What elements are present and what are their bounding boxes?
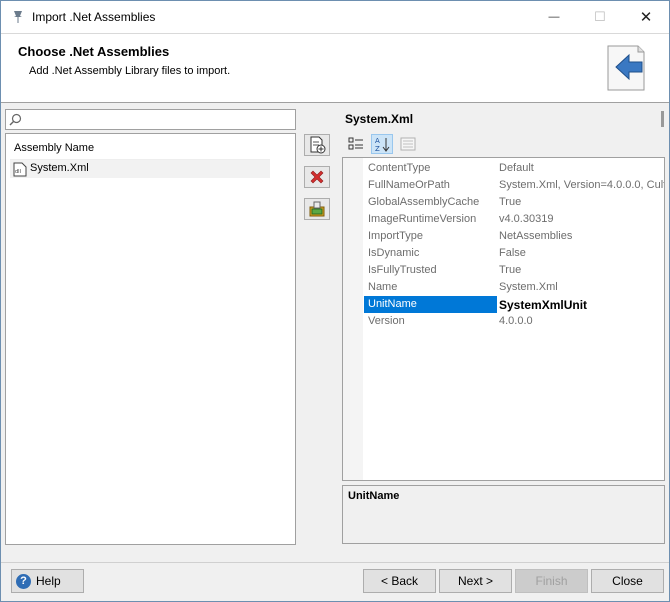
property-row[interactable]: Name System.Xml [363, 279, 663, 296]
property-name: ContentType [368, 162, 431, 174]
minimize-button[interactable]: — [531, 1, 577, 33]
finish-label: Finish [535, 574, 568, 588]
property-value[interactable]: True [499, 194, 664, 211]
package-icon [309, 201, 325, 217]
back-button[interactable]: < Back [363, 569, 436, 593]
svg-text:dll: dll [15, 169, 21, 175]
wizard-arrow-document-icon [607, 45, 645, 91]
search-icon [9, 113, 22, 126]
description-title: UnitName [348, 490, 400, 502]
dll-file-icon: dll [13, 162, 27, 177]
add-document-icon [310, 136, 326, 154]
property-grid[interactable]: ContentType Default FullNameOrPath Syste… [342, 157, 665, 481]
import-assemblies-dialog: Import .Net Assemblies — ☐ ✕ Choose .Net… [0, 0, 670, 602]
maximize-icon: ☐ [594, 9, 606, 24]
property-value[interactable]: v4.0.30319 [499, 211, 664, 228]
property-row[interactable]: GlobalAssemblyCache True [363, 194, 663, 211]
wizard-header: Choose .Net Assemblies Add .Net Assembly… [1, 33, 669, 103]
property-row[interactable]: IsDynamic False [363, 245, 663, 262]
page-subtitle: Add .Net Assembly Library files to impor… [29, 65, 231, 77]
close-button[interactable]: Close [591, 569, 664, 593]
property-name: ImportType [368, 230, 424, 242]
finish-button[interactable]: Finish [515, 569, 588, 593]
property-description-pane: UnitName [342, 485, 665, 544]
property-grid-gutter [343, 158, 363, 480]
property-row[interactable]: ContentType Default [363, 160, 663, 177]
svg-text:A: A [375, 137, 380, 145]
categorized-button[interactable] [345, 134, 367, 154]
close-label: Close [612, 574, 643, 588]
property-name: FullNameOrPath [368, 179, 450, 191]
scroll-indicator [661, 111, 664, 127]
property-name: Name [368, 281, 398, 293]
property-grid-toolbar: A Z [345, 134, 419, 156]
property-value[interactable]: False [499, 245, 664, 262]
property-row[interactable]: ImportType NetAssemblies [363, 228, 663, 245]
property-pages-icon [400, 137, 416, 151]
search-box[interactable] [5, 109, 296, 130]
next-button[interactable]: Next > [439, 569, 512, 593]
list-item[interactable]: dll System.Xml [10, 160, 270, 178]
property-row[interactable]: ImageRuntimeVersion v4.0.30319 [363, 211, 663, 228]
property-value[interactable]: System.Xml, Version=4.0.0.0, Cult [499, 177, 664, 194]
property-name: IsFullyTrusted [368, 264, 437, 276]
property-name: GlobalAssemblyCache [368, 196, 480, 208]
help-icon: ? [16, 573, 31, 589]
alphabetical-button[interactable]: A Z [371, 134, 393, 154]
page-title: Choose .Net Assemblies [18, 44, 170, 59]
help-button[interactable]: ? Help [11, 569, 84, 593]
close-window-button[interactable]: ✕ [623, 1, 669, 33]
help-label: Help [36, 574, 61, 588]
property-value[interactable]: System.Xml [499, 279, 664, 296]
red-x-icon [310, 170, 324, 184]
property-name: IsDynamic [368, 247, 420, 259]
back-label: < Back [380, 574, 419, 588]
property-row[interactable]: Version 4.0.0.0 [363, 313, 663, 330]
remove-assembly-button[interactable] [304, 166, 330, 188]
assembly-name-column-header[interactable]: Assembly Name [10, 138, 270, 160]
property-row-selected[interactable]: UnitName SystemXmlUnit [363, 296, 663, 313]
property-name: ImageRuntimeVersion [368, 213, 477, 225]
add-assembly-button[interactable] [304, 134, 330, 156]
pushpin-app-icon [14, 11, 22, 23]
property-value[interactable]: True [499, 262, 664, 279]
footer-divider [1, 562, 669, 563]
maximize-button[interactable]: ☐ [577, 1, 623, 33]
property-value[interactable]: NetAssemblies [499, 228, 664, 245]
sort-alphabetical-icon: A Z [375, 137, 390, 152]
close-icon: ✕ [639, 9, 653, 26]
minimize-icon: — [548, 11, 560, 23]
property-row[interactable]: IsFullyTrusted True [363, 262, 663, 279]
svg-text:Z: Z [375, 145, 380, 152]
property-value-editor[interactable]: SystemXmlUnit [499, 296, 664, 313]
assembly-options-button[interactable] [304, 198, 330, 220]
window-title: Import .Net Assemblies [32, 10, 156, 24]
categorized-icon [348, 137, 363, 150]
property-pages-button[interactable] [397, 134, 419, 154]
property-value[interactable]: 4.0.0.0 [499, 313, 664, 330]
next-label: Next > [457, 574, 493, 588]
property-row[interactable]: FullNameOrPath System.Xml, Version=4.0.0… [363, 177, 664, 194]
title-bar: Import .Net Assemblies — ☐ ✕ [1, 1, 669, 33]
property-value[interactable]: Default [499, 160, 664, 177]
assembly-list[interactable]: Assembly Name dll System.Xml [5, 133, 296, 545]
property-name: UnitName [364, 296, 497, 313]
property-name: Version [368, 315, 405, 327]
assembly-item-label: System.Xml [30, 162, 89, 174]
properties-title: System.Xml [345, 112, 414, 126]
search-input[interactable] [24, 111, 292, 128]
